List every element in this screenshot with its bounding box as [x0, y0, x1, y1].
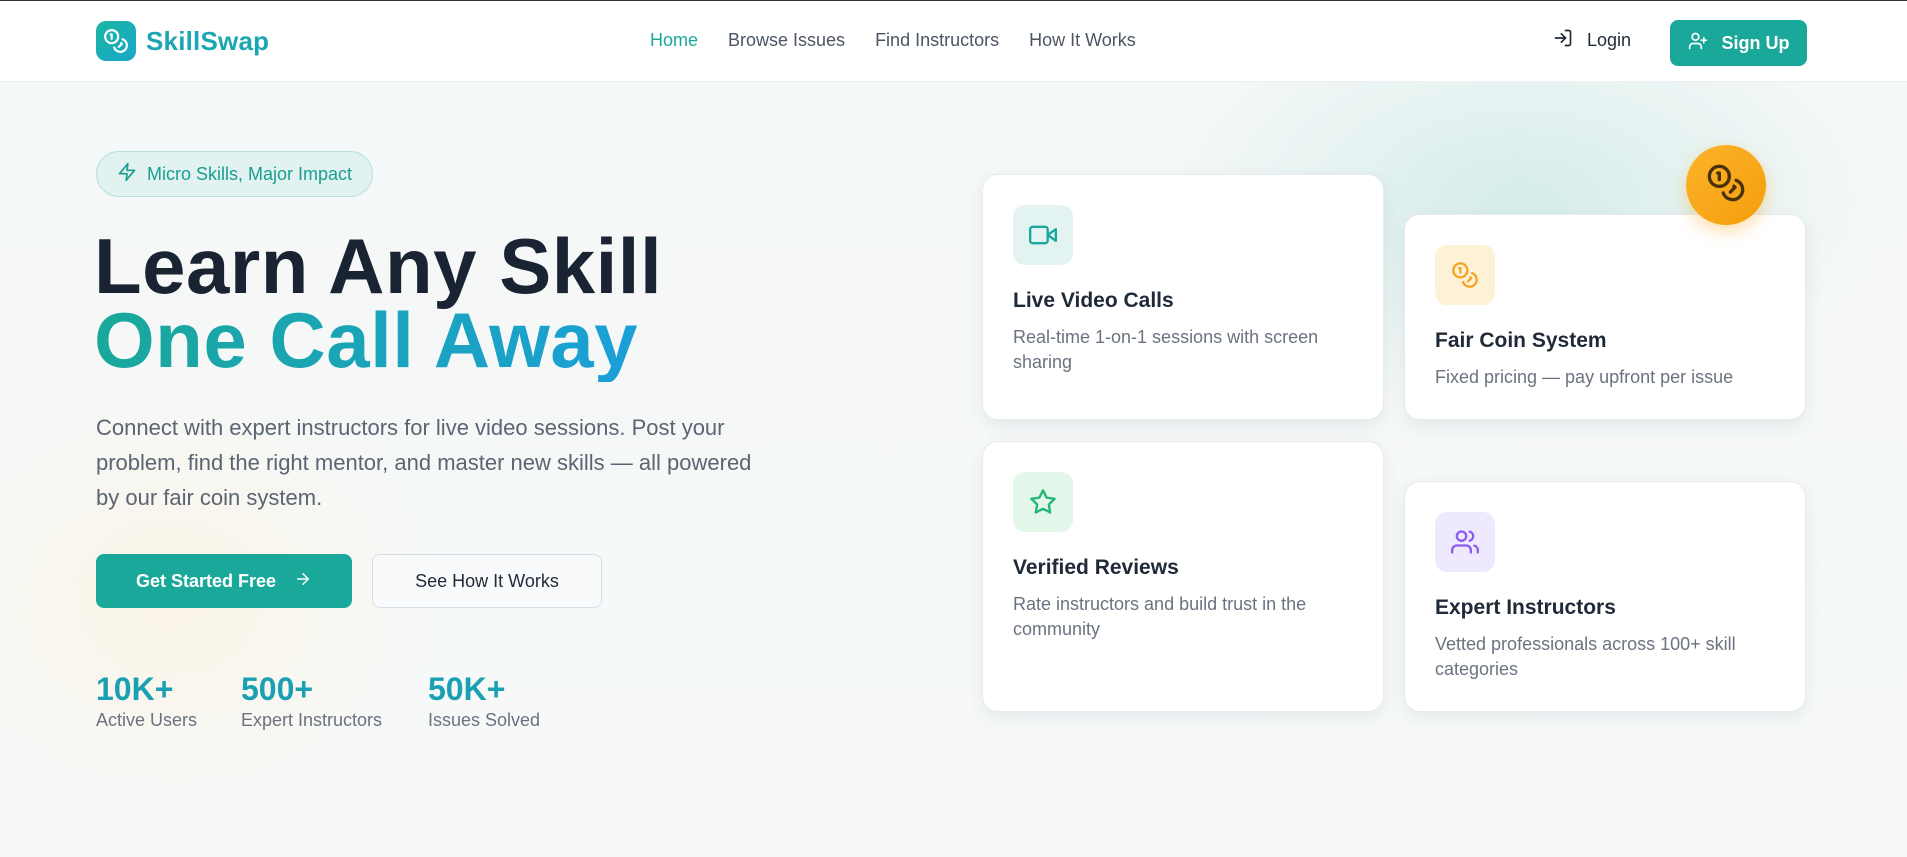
- users-icon: [1435, 512, 1495, 572]
- log-in-icon: [1553, 28, 1573, 53]
- hero-title-line2: One Call Away: [94, 296, 639, 384]
- user-plus-icon: [1688, 31, 1708, 56]
- zap-icon: [117, 162, 137, 187]
- stat-value: 10K+: [96, 671, 174, 707]
- arrow-right-icon: [294, 570, 312, 593]
- video-icon: [1013, 205, 1073, 265]
- feature-title: Live Video Calls: [1013, 289, 1174, 312]
- feature-title: Expert Instructors: [1435, 596, 1616, 619]
- feature-title: Verified Reviews: [1013, 556, 1179, 579]
- hero-description: Connect with expert instructors for live…: [96, 415, 752, 510]
- stat-active-users: 10K+ Active Users: [96, 670, 197, 731]
- stat-value: 500+: [241, 671, 314, 707]
- see-how-it-works-button[interactable]: See How It Works: [372, 554, 602, 608]
- feature-card-expert-instructors: Expert Instructors Vetted professionals …: [1404, 481, 1806, 712]
- stat-value: 50K+: [428, 671, 506, 707]
- brand-name: SkillSwap: [146, 25, 270, 56]
- get-started-label: Get Started Free: [135, 570, 277, 591]
- login-label: Login: [1587, 30, 1632, 50]
- feature-description: Real-time 1-on-1 sessions with screen sh…: [1013, 327, 1319, 372]
- main-nav: Home Browse Issues Find Instructors How …: [650, 30, 1136, 51]
- tagline-badge: Micro Skills, Major Impact: [96, 151, 374, 197]
- feature-description: Rate instructors and build trust in the …: [1013, 594, 1307, 639]
- nav-link-find-instructors[interactable]: Find Instructors: [875, 30, 999, 51]
- feature-card-fair-coin: Fair Coin System Fixed pricing — pay upf…: [1404, 214, 1806, 420]
- navbar: SkillSwap Home Browse Issues Find Instru…: [0, 1, 1907, 82]
- stat-label: Issues Solved: [428, 710, 541, 730]
- feature-title: Fair Coin System: [1435, 329, 1607, 352]
- stat-label: Expert Instructors: [241, 710, 383, 730]
- feature-card-live-video: Live Video Calls Real-time 1-on-1 sessio…: [982, 174, 1384, 420]
- login-button[interactable]: Login: [1553, 28, 1631, 53]
- coins-icon: [1435, 245, 1495, 305]
- floating-coin-badge: [1686, 145, 1766, 225]
- nav-link-browse-issues[interactable]: Browse Issues: [728, 30, 845, 51]
- stat-label: Active Users: [96, 710, 198, 730]
- feature-card-verified-reviews: Verified Reviews Rate instructors and bu…: [982, 441, 1384, 712]
- get-started-button[interactable]: Get Started Free: [96, 554, 352, 608]
- nav-link-home[interactable]: Home: [650, 30, 698, 51]
- next-section: [0, 782, 1907, 857]
- see-how-it-works-label: See How It Works: [415, 570, 559, 591]
- feature-description: Vetted professionals across 100+ skill c…: [1435, 634, 1736, 679]
- star-icon: [1013, 472, 1073, 532]
- stat-expert-instructors: 500+ Expert Instructors: [241, 670, 382, 731]
- sign-up-label: Sign Up: [1721, 32, 1790, 53]
- stat-issues-solved: 50K+ Issues Solved: [428, 670, 540, 731]
- brand[interactable]: SkillSwap: [96, 21, 269, 61]
- feature-description: Fixed pricing — pay upfront per issue: [1435, 367, 1734, 387]
- sign-up-button[interactable]: Sign Up: [1670, 20, 1807, 66]
- badge-label: Micro Skills, Major Impact: [147, 163, 353, 184]
- nav-link-how-it-works[interactable]: How It Works: [1029, 30, 1136, 51]
- coins-icon: [96, 21, 136, 61]
- coins-icon: [1706, 163, 1746, 208]
